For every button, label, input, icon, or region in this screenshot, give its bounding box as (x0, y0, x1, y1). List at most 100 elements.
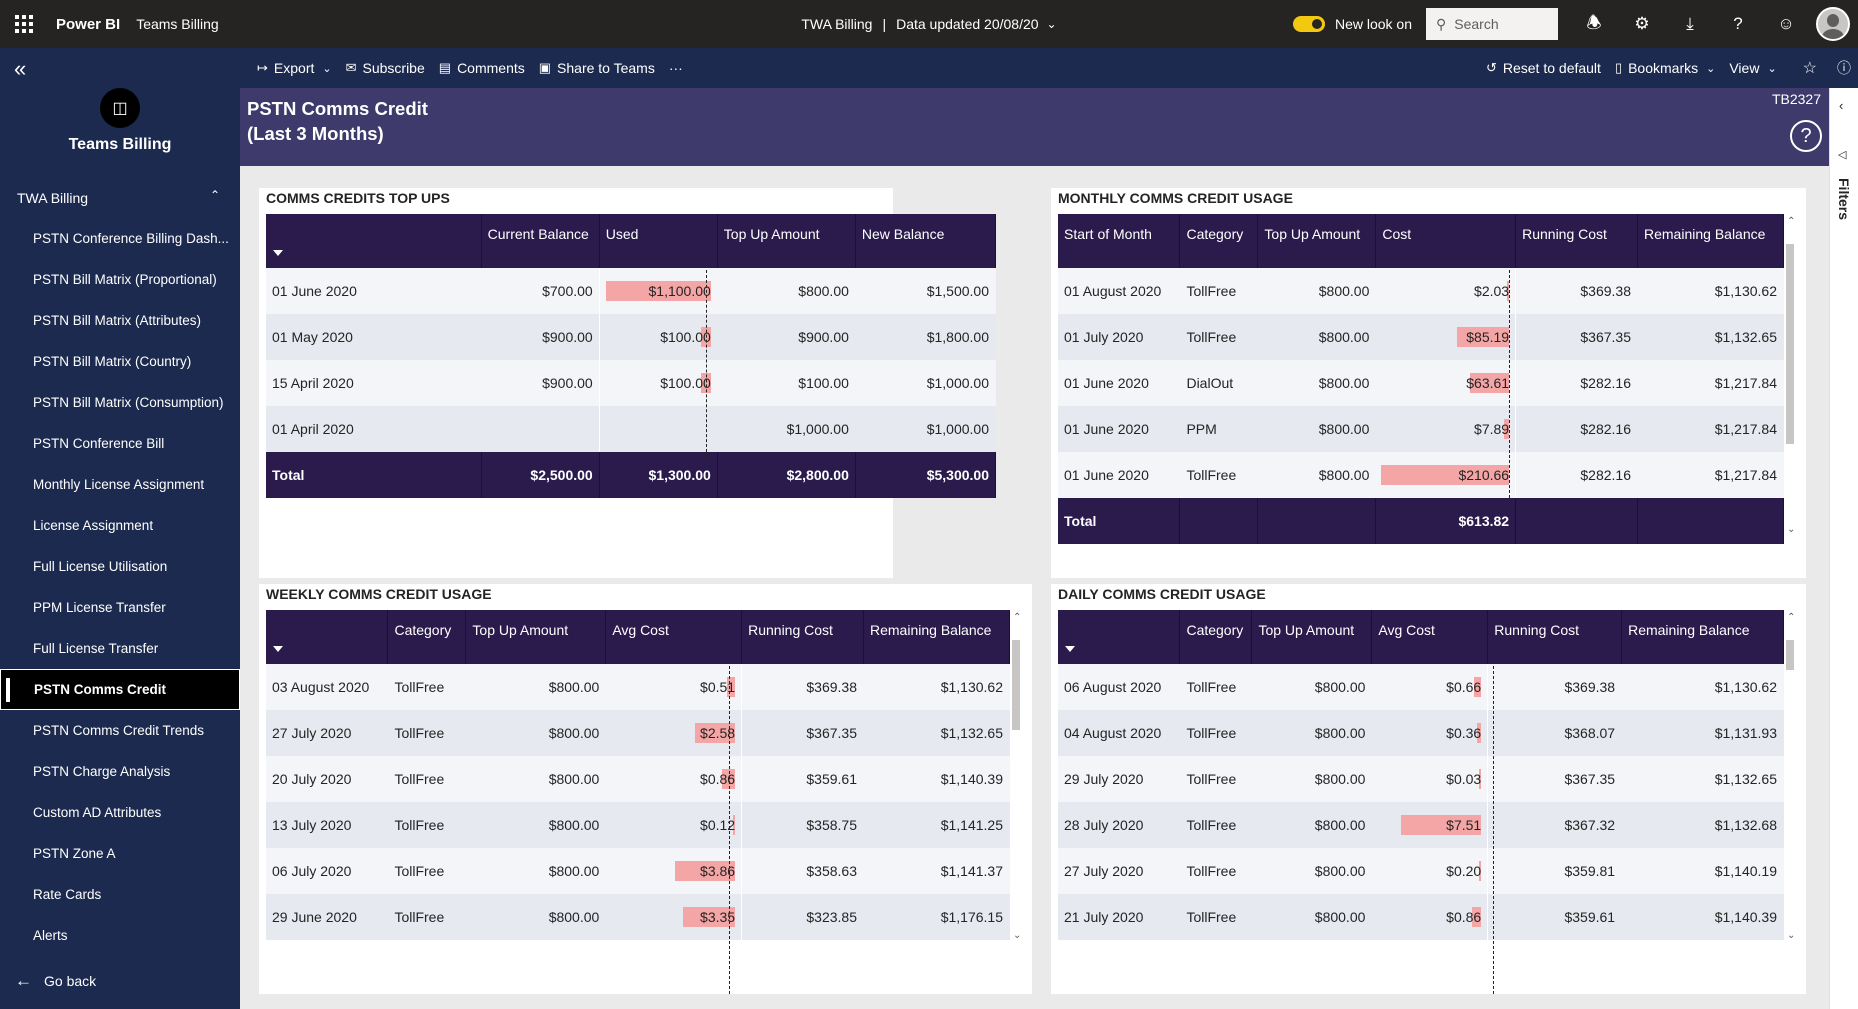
sidebar-item[interactable]: Custom AD Attributes (0, 792, 240, 833)
sidebar-item[interactable]: Full License Utilisation (0, 546, 240, 587)
table-row[interactable]: 04 August 2020 TollFree $800.00 $0.36 $368.0… (1058, 710, 1784, 756)
table-row[interactable]: 27 July 2020 TollFree $800.00 $2.58 $367.35 $… (266, 710, 1010, 756)
nav-section-title[interactable]: TWA Billing (17, 190, 88, 206)
sidebar-item[interactable]: PSTN Comms Credit (0, 669, 240, 710)
table-row[interactable]: 03 August 2020 TollFree $800.00 $0.51 $369.3… (266, 664, 1010, 710)
sidebar-item[interactable]: PSTN Bill Matrix (Country) (0, 341, 240, 382)
column-header[interactable]: Category (387, 610, 467, 664)
avatar[interactable] (1816, 7, 1850, 41)
column-header[interactable]: Top Up Amount (1257, 214, 1377, 268)
sidebar-item[interactable]: Alerts (0, 915, 240, 956)
table-row[interactable]: 21 July 2020 TollFree $800.00 $0.86 $359.61 $… (1058, 894, 1784, 940)
column-header[interactable]: Start of Month (1058, 214, 1181, 268)
table-row[interactable]: 01 June 2020 DialOut $800.00 $63.61 $282.16 $… (1058, 360, 1784, 406)
bookmarks-button[interactable]: ▯ Bookmarks ⌄ (1608, 60, 1722, 76)
table-row[interactable]: 27 July 2020 TollFree $800.00 $0.20 $359.81 $… (1058, 848, 1784, 894)
sidebar-item[interactable]: PPM License Transfer (0, 587, 240, 628)
scroll-thumb[interactable] (1786, 244, 1794, 444)
table-row[interactable]: 29 June 2020 TollFree $800.00 $3.35 $323.85 $… (266, 894, 1010, 940)
scroll-down-icon[interactable]: ⌄ (1013, 930, 1021, 941)
brand-name[interactable]: Power BI (56, 16, 120, 33)
sidebar-item[interactable]: PSTN Conference Bill (0, 423, 240, 464)
scroll-down-icon[interactable]: ⌄ (1787, 524, 1795, 535)
column-header[interactable]: Running Cost (1515, 214, 1638, 268)
scroll-up-icon[interactable]: ⌃ (1013, 612, 1021, 623)
column-header[interactable] (266, 610, 389, 664)
column-header[interactable]: Remaining Balance (863, 610, 1010, 664)
favorite-icon[interactable]: ☆ (1796, 58, 1824, 78)
search-input[interactable]: ⚲ Search (1426, 8, 1558, 40)
filters-pane[interactable]: ‹ ◁ Filters (1829, 88, 1858, 1009)
data-updated[interactable]: Data updated 20/08/20 (896, 16, 1038, 32)
table-row[interactable]: 15 April 2020 $900.00 $100.00 $100.00 $1,000… (266, 360, 996, 406)
help-icon[interactable]: ? (1790, 120, 1822, 152)
export-button[interactable]: ↦ Export ⌄ (250, 60, 339, 76)
column-header[interactable]: Category (1179, 214, 1259, 268)
subscribe-button[interactable]: ✉ Subscribe (339, 60, 432, 76)
sidebar-item[interactable]: PSTN Conference Billing Dash... (0, 218, 240, 259)
column-header[interactable]: Running Cost (741, 610, 864, 664)
scroll-up-icon[interactable]: ⌃ (1787, 612, 1795, 623)
table-row[interactable]: 29 July 2020 TollFree $800.00 $0.03 $367.35 $… (1058, 756, 1784, 802)
comments-button[interactable]: ▤ Comments (432, 60, 532, 76)
column-header[interactable] (1058, 610, 1181, 664)
sidebar-item[interactable]: Full License Transfer (0, 628, 240, 669)
go-back-button[interactable]: ← Go back (15, 971, 96, 991)
column-header[interactable]: Top Up Amount (465, 610, 607, 664)
chevron-down-icon[interactable]: ⌄ (1047, 17, 1057, 31)
sidebar-item[interactable]: Rate Cards (0, 874, 240, 915)
workspace-name[interactable]: Teams Billing (136, 16, 218, 32)
sidebar-item[interactable]: License Assignment (0, 505, 240, 546)
sidebar-item[interactable]: Monthly License Assignment (0, 464, 240, 505)
app-launcher-icon[interactable] (0, 0, 48, 48)
sidebar-item[interactable]: PSTN Charge Analysis (0, 751, 240, 792)
column-header[interactable]: Remaining Balance (1621, 610, 1784, 664)
column-header[interactable]: Running Cost (1487, 610, 1623, 664)
scroll-down-icon[interactable]: ⌄ (1787, 930, 1795, 941)
column-header[interactable]: Remaining Balance (1637, 214, 1784, 268)
chevron-left-icon[interactable]: ‹ (1839, 98, 1843, 113)
chevron-up-icon[interactable]: ⌃ (210, 188, 220, 202)
table-row[interactable]: 01 August 2020 TollFree $800.00 $2.03 $369.3… (1058, 268, 1784, 314)
table-row[interactable]: 01 July 2020 TollFree $800.00 $85.19 $367.35… (1058, 314, 1784, 360)
table-row[interactable]: 01 June 2020 TollFree $800.00 $210.66 $282.1… (1058, 452, 1784, 498)
table-row[interactable]: 01 June 2020 $700.00 $1,100.00 $800.00 $1,50… (266, 268, 996, 314)
column-header[interactable]: Avg Cost (605, 610, 743, 664)
column-header[interactable] (266, 214, 482, 268)
new-look-toggle[interactable] (1292, 16, 1325, 32)
column-header[interactable]: Category (1179, 610, 1253, 664)
monthly-scrollbar[interactable] (1785, 214, 1796, 544)
scroll-up-icon[interactable]: ⌃ (1787, 216, 1795, 227)
sidebar-item[interactable]: PSTN Bill Matrix (Attributes) (0, 300, 240, 341)
table-row[interactable]: 13 July 2020 TollFree $800.00 $0.12 $358.75 $… (266, 802, 1010, 848)
sidebar-item[interactable]: PSTN Bill Matrix (Proportional) (0, 259, 240, 300)
view-button[interactable]: View ⌄ (1722, 60, 1783, 76)
feedback-icon[interactable]: ☺ (1762, 0, 1810, 48)
settings-icon[interactable]: ⚙ (1618, 0, 1666, 48)
collapse-nav-icon[interactable]: « (14, 56, 26, 82)
weekly-scrollbar[interactable] (1011, 610, 1022, 950)
sidebar-item[interactable]: PSTN Zone A (0, 833, 240, 874)
column-header[interactable]: New Balance (855, 214, 997, 268)
table-row[interactable]: 01 June 2020 PPM $800.00 $7.89 $282.16 $1,217… (1058, 406, 1784, 452)
notifications-icon[interactable]: 🕭 (1570, 0, 1618, 48)
column-header[interactable]: Cost (1375, 214, 1517, 268)
sidebar-item[interactable]: PSTN Bill Matrix (Consumption) (0, 382, 240, 423)
scroll-thumb[interactable] (1786, 640, 1794, 670)
table-row[interactable]: 06 August 2020 TollFree $800.00 $0.66 $369.3… (1058, 664, 1784, 710)
table-row[interactable]: 28 July 2020 TollFree $800.00 $7.51 $367.32 $… (1058, 802, 1784, 848)
table-row[interactable]: 06 July 2020 TollFree $800.00 $3.86 $358.63 $… (266, 848, 1010, 894)
table-row[interactable]: 01 May 2020 $900.00 $100.00 $900.00 $1,800.0… (266, 314, 996, 360)
reset-button[interactable]: ↺ Reset to default (1479, 60, 1608, 76)
share-to-teams-button[interactable]: ▣ Share to Teams (532, 60, 662, 76)
column-header[interactable]: Top Up Amount (1251, 610, 1373, 664)
scroll-thumb[interactable] (1012, 640, 1020, 730)
column-header[interactable]: Top Up Amount (717, 214, 856, 268)
table-row[interactable]: 01 April 2020 $1,000.00 $1,000.00 (266, 406, 996, 452)
sidebar-item[interactable]: PSTN Comms Credit Trends (0, 710, 240, 751)
help-icon[interactable]: ? (1714, 0, 1762, 48)
column-header[interactable]: Used (599, 214, 718, 268)
daily-scrollbar[interactable] (1785, 610, 1796, 950)
info-icon[interactable]: ⓘ (1830, 58, 1858, 78)
more-options-button[interactable]: ··· (662, 60, 690, 76)
